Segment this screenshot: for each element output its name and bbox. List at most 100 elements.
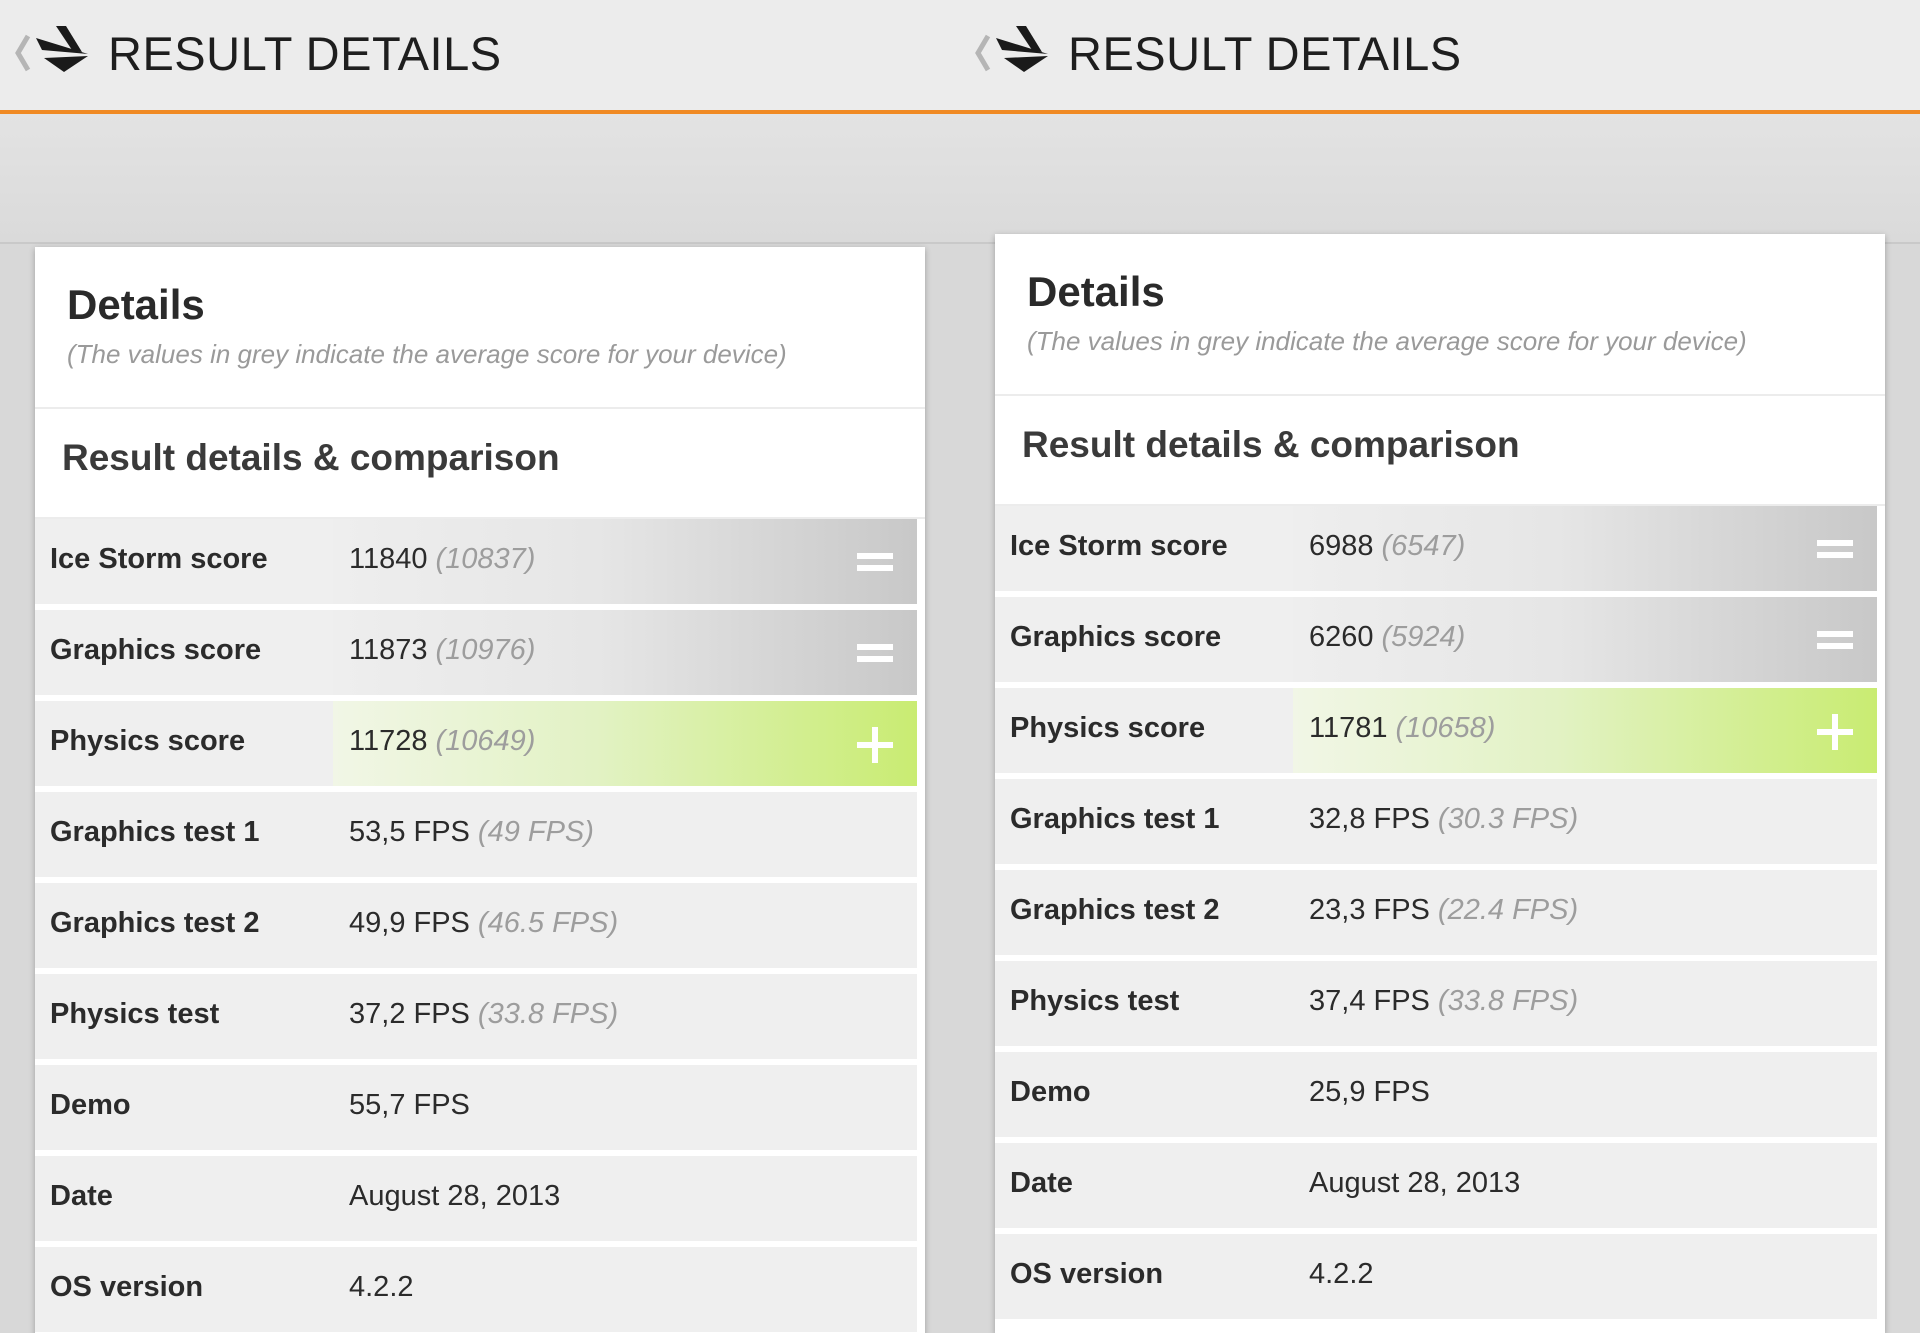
result-row-ice-storm-score: Ice Storm score 6988 (6547) (995, 506, 1877, 591)
details-card: Details (The values in grey indicate the… (995, 234, 1885, 1333)
row-value: 49,9 FPS (46.5 FPS) (349, 907, 619, 939)
value-cell: 11728 (10649) (333, 701, 917, 786)
equals-icon (857, 644, 893, 662)
plus-icon (1817, 714, 1853, 750)
result-row-physics-score: Physics score 11781 (10658) (995, 688, 1877, 773)
row-label: OS version (1010, 1258, 1164, 1290)
result-row-demo: Demo 55,7 FPS (35, 1065, 917, 1150)
back-chevron-icon[interactable] (970, 30, 994, 76)
row-label: Date (50, 1180, 113, 1212)
value-cell: 37,4 FPS (33.8 FPS) (1293, 961, 1877, 1046)
row-value: 4.2.2 (1309, 1258, 1374, 1290)
value-cell: 25,9 FPS (1293, 1052, 1877, 1137)
details-note: (The values in grey indicate the average… (67, 339, 787, 369)
result-row-physics-test: Physics test 37,4 FPS (33.8 FPS) (995, 961, 1877, 1046)
screen-right: RESULT DETAILS Details (The values in gr… (960, 0, 1920, 1333)
result-row-graphics-score: Graphics score 6260 (5924) (995, 597, 1877, 682)
page-title: RESULT DETAILS (1068, 27, 1462, 80)
header-spacer (960, 114, 1920, 244)
value-cell: August 28, 2013 (333, 1156, 917, 1241)
equals-icon (1817, 540, 1853, 558)
result-row-physics-score: Physics score 11728 (10649) (35, 701, 917, 786)
value-cell: 11873 (10976) (333, 610, 917, 695)
row-value: 6260 (5924) (1309, 621, 1466, 653)
equals-icon (1817, 631, 1853, 649)
equals-icon (857, 553, 893, 571)
header-spacer (0, 114, 960, 244)
result-row-os-version: OS version 4.2.2 (995, 1234, 1877, 1319)
page-title: RESULT DETAILS (108, 27, 502, 80)
result-row-ice-storm-score: Ice Storm score 11840 (10837) (35, 519, 917, 604)
row-label: Graphics test 2 (50, 907, 260, 939)
value-cell: 53,5 FPS (49 FPS) (333, 792, 917, 877)
average-value: (10658) (1395, 712, 1496, 744)
row-value: 11781 (10658) (1309, 712, 1496, 744)
result-row-demo: Demo 25,9 FPS (995, 1052, 1877, 1137)
result-row-graphics-test-1: Graphics test 1 53,5 FPS (49 FPS) (35, 792, 917, 877)
value-cell: 6260 (5924) (1293, 597, 1877, 682)
result-row-graphics-test-1: Graphics test 1 32,8 FPS (30.3 FPS) (995, 779, 1877, 864)
details-card: Details (The values in grey indicate the… (35, 247, 925, 1333)
value-cell: 6988 (6547) (1293, 506, 1877, 591)
result-rows: Ice Storm score 6988 (6547) Graphics scor… (995, 506, 1877, 1325)
average-value: (33.8 FPS) (1437, 985, 1579, 1017)
back-chevron-icon[interactable] (10, 30, 34, 76)
average-value: (10976) (435, 634, 536, 666)
result-row-os-version: OS version 4.2.2 (35, 1247, 917, 1332)
value-cell: 11781 (10658) (1293, 688, 1877, 773)
average-value: (6547) (1381, 530, 1466, 562)
row-label: Demo (1010, 1076, 1091, 1108)
row-label: OS version (50, 1271, 204, 1303)
result-row-date: Date August 28, 2013 (995, 1143, 1877, 1228)
average-value: (10837) (435, 543, 536, 575)
average-value: (33.8 FPS) (477, 998, 619, 1030)
row-label: Graphics test 1 (50, 816, 260, 848)
row-label: Physics score (50, 725, 246, 757)
comparison-section: Result details & comparison (35, 409, 925, 519)
row-label: Physics score (1010, 712, 1206, 744)
average-value: (49 FPS) (477, 816, 594, 848)
average-value: (5924) (1381, 621, 1466, 653)
average-value: (30.3 FPS) (1437, 803, 1579, 835)
value-cell: 23,3 FPS (22.4 FPS) (1293, 870, 1877, 955)
row-value: 25,9 FPS (1309, 1076, 1430, 1108)
row-value: 6988 (6547) (1309, 530, 1466, 562)
average-value: (46.5 FPS) (477, 907, 619, 939)
result-row-graphics-score: Graphics score 11873 (10976) (35, 610, 917, 695)
row-value: 11728 (10649) (349, 725, 536, 757)
row-label: Ice Storm score (1010, 530, 1228, 562)
details-note: (The values in grey indicate the average… (1027, 326, 1747, 356)
value-cell: 11840 (10837) (333, 519, 917, 604)
row-value: 11873 (10976) (349, 634, 536, 666)
row-label: Physics test (1010, 985, 1180, 1017)
row-label: Demo (50, 1089, 131, 1121)
3dmark-logo-icon (996, 26, 1048, 72)
plus-icon (857, 727, 893, 763)
row-value: 11840 (10837) (349, 543, 536, 575)
app-header: RESULT DETAILS (0, 0, 960, 114)
row-label: Date (1010, 1167, 1073, 1199)
row-value: 37,4 FPS (33.8 FPS) (1309, 985, 1579, 1017)
row-value: 23,3 FPS (22.4 FPS) (1309, 894, 1579, 926)
screen-left: RESULT DETAILS Details (The values in gr… (0, 0, 960, 1333)
row-label: Graphics test 2 (1010, 894, 1220, 926)
comparison-title: Result details & comparison (62, 437, 560, 478)
result-row-date: Date August 28, 2013 (35, 1156, 917, 1241)
row-label: Physics test (50, 998, 220, 1030)
row-label: Graphics score (1010, 621, 1222, 653)
value-cell: 55,7 FPS (333, 1065, 917, 1150)
details-title: Details (1027, 268, 1165, 315)
result-rows: Ice Storm score 11840 (10837) Graphics sc… (35, 519, 917, 1333)
average-value: (22.4 FPS) (1437, 894, 1579, 926)
comparison-section: Result details & comparison (995, 396, 1885, 506)
row-value: 53,5 FPS (49 FPS) (349, 816, 594, 848)
row-value: August 28, 2013 (349, 1180, 561, 1212)
row-value: 55,7 FPS (349, 1089, 470, 1121)
3dmark-logo-icon (36, 26, 88, 72)
app-header: RESULT DETAILS (960, 0, 1920, 114)
result-row-physics-test: Physics test 37,2 FPS (33.8 FPS) (35, 974, 917, 1059)
value-cell: August 28, 2013 (1293, 1143, 1877, 1228)
details-section: Details (The values in grey indicate the… (995, 234, 1885, 396)
row-label: Ice Storm score (50, 543, 268, 575)
value-cell: 49,9 FPS (46.5 FPS) (333, 883, 917, 968)
